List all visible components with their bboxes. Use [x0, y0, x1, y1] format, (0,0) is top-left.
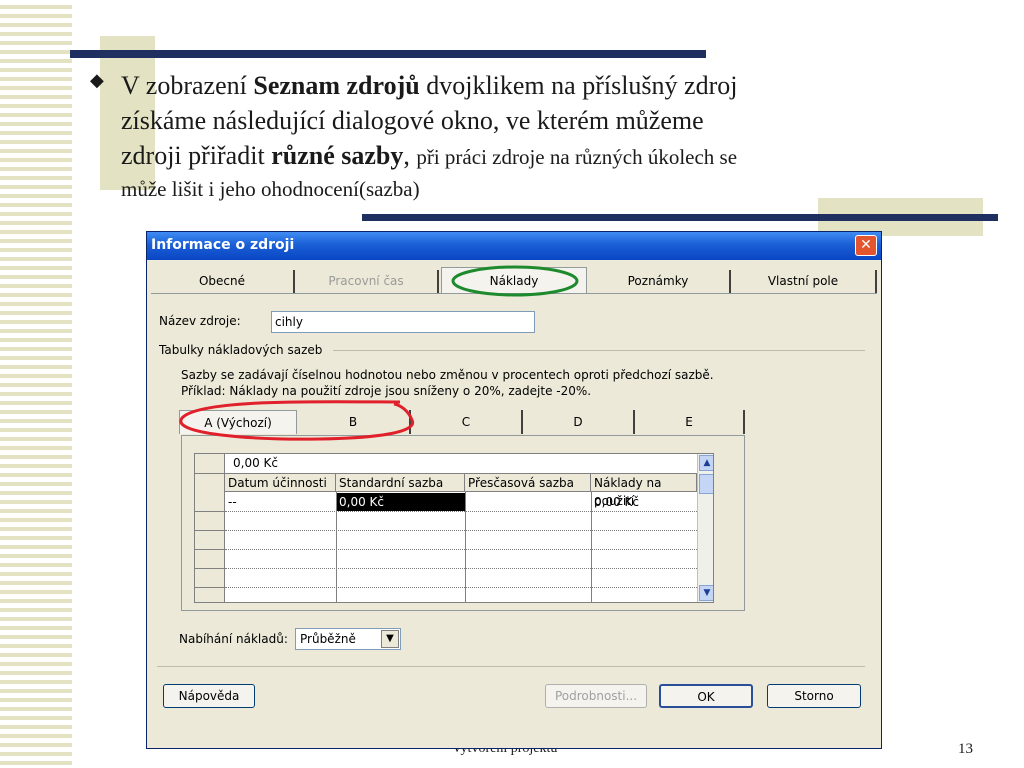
annotation-layer: [179, 265, 579, 441]
green-annotation-ellipse: [451, 265, 579, 297]
red-annotation-ellipse: [179, 400, 415, 441]
